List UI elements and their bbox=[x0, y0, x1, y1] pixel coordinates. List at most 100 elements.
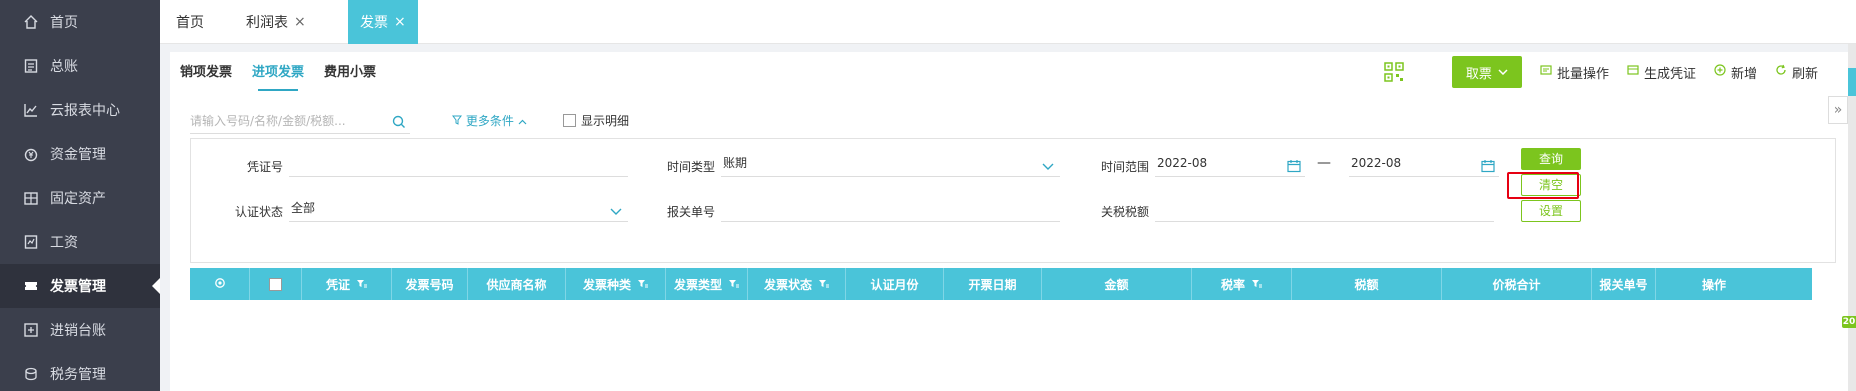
sidebar-item-label: 工资 bbox=[50, 235, 78, 251]
column-header: 发票类型 bbox=[666, 268, 748, 300]
voucher-no-input[interactable] bbox=[289, 149, 628, 177]
column-label: 认证月份 bbox=[870, 277, 919, 292]
invoice-sub-tabs: 销项发票 进项发票 费用小票 bbox=[170, 55, 386, 91]
add-icon bbox=[1714, 64, 1726, 80]
chevron-up-icon bbox=[518, 114, 527, 128]
sidebar-item-label: 云报表中心 bbox=[50, 103, 120, 119]
salary-icon bbox=[20, 234, 42, 250]
sidebar-item-label: 税务管理 bbox=[50, 367, 106, 383]
time-type-label: 时间类型 bbox=[666, 160, 715, 174]
edge-badge[interactable]: 20 bbox=[1842, 316, 1856, 328]
filter-icon[interactable] bbox=[728, 279, 739, 289]
filter-panel: 凭证号 时间类型 账期 时间范围 2022-08 — 2022-08 查询 清空… bbox=[190, 138, 1836, 263]
query-button[interactable]: 查询 bbox=[1521, 148, 1581, 170]
tab-sales-invoice[interactable]: 销项发票 bbox=[170, 55, 242, 91]
column-label: 发票类型 bbox=[673, 277, 722, 292]
sidebar-item-home[interactable]: 首页 bbox=[0, 0, 160, 44]
tab-label: 首页 bbox=[176, 15, 204, 31]
column-settings-header[interactable] bbox=[190, 268, 250, 300]
calendar-icon[interactable] bbox=[1287, 155, 1301, 183]
highlight-box bbox=[1507, 172, 1579, 199]
column-label: 报关单号 bbox=[1599, 277, 1648, 292]
add-button[interactable]: 新增 bbox=[1714, 63, 1757, 82]
refresh-label: 刷新 bbox=[1791, 66, 1818, 82]
settings-icon[interactable] bbox=[214, 277, 226, 292]
sidebar-item-salary[interactable]: 工资 bbox=[0, 220, 160, 264]
column-label: 税率 bbox=[1220, 277, 1245, 292]
customs-no-input[interactable] bbox=[721, 194, 1060, 222]
refresh-button[interactable]: 刷新 bbox=[1775, 63, 1818, 82]
filter-icon[interactable] bbox=[356, 279, 367, 289]
tab-purchase-invoice[interactable]: 进项发票 bbox=[242, 55, 314, 91]
fetch-invoice-button[interactable]: 取票 bbox=[1451, 56, 1522, 88]
sidebar: 首页 总账 云报表中心 资金管理 固定资产 工资 发票管理 进销台账 税务管理 bbox=[0, 0, 160, 391]
filter-icon[interactable] bbox=[1251, 279, 1262, 289]
more-conditions-label: 更多条件 bbox=[465, 114, 514, 128]
cert-status-label: 认证状态 bbox=[234, 205, 283, 219]
sidebar-item-ledger[interactable]: 总账 bbox=[0, 44, 160, 88]
chevron-down-icon bbox=[1042, 153, 1054, 181]
customs-no-label: 报关单号 bbox=[666, 205, 715, 219]
time-range-end-input[interactable]: 2022-08 bbox=[1349, 149, 1499, 177]
checkbox[interactable] bbox=[563, 114, 576, 127]
scroll-thumb[interactable] bbox=[1848, 68, 1856, 96]
close-icon[interactable]: × bbox=[394, 14, 406, 30]
column-header: 价税合计 bbox=[1442, 268, 1592, 300]
column-label: 供应商名称 bbox=[486, 277, 547, 292]
sidebar-item-tax[interactable]: 税务管理 bbox=[0, 352, 160, 391]
time-type-value: 账期 bbox=[723, 156, 748, 170]
expand-panel-button[interactable]: » bbox=[1828, 96, 1848, 124]
right-scroll-strip[interactable] bbox=[1848, 44, 1856, 391]
tab-label: 发票 bbox=[360, 15, 388, 31]
column-label: 发票种类 bbox=[582, 277, 631, 292]
batch-operation-button[interactable]: 批量操作 bbox=[1540, 63, 1609, 82]
invoice-panel: 销项发票 进项发票 费用小票 取票 批量操作 生成凭证 新增 刷新 请输入号码/… bbox=[170, 52, 1848, 391]
time-range-start-value: 2022-08 bbox=[1157, 156, 1208, 170]
column-label: 发票号码 bbox=[405, 277, 454, 292]
filter-icon[interactable] bbox=[637, 279, 648, 289]
sidebar-item-funds[interactable]: 资金管理 bbox=[0, 132, 160, 176]
column-header: 税率 bbox=[1192, 268, 1292, 300]
select-all-header[interactable] bbox=[250, 268, 302, 300]
tab-invoice[interactable]: 发票 × bbox=[348, 0, 418, 44]
filter-icon[interactable] bbox=[818, 279, 829, 289]
chevron-down-icon bbox=[1498, 69, 1508, 75]
sidebar-item-report-center[interactable]: 云报表中心 bbox=[0, 88, 160, 132]
home-icon bbox=[20, 14, 42, 30]
customs-tax-input[interactable] bbox=[1155, 194, 1494, 222]
tab-expense-receipt[interactable]: 费用小票 bbox=[314, 55, 386, 91]
column-header: 认证月份 bbox=[846, 268, 944, 300]
cert-status-select[interactable]: 全部 bbox=[289, 194, 628, 222]
voucher-no-label: 凭证号 bbox=[246, 160, 283, 174]
chevron-down-icon bbox=[610, 198, 622, 226]
show-detail-label: 显示明细 bbox=[581, 114, 630, 128]
time-range-label: 时间范围 bbox=[1100, 160, 1149, 174]
show-detail-checkbox[interactable]: 显示明细 bbox=[563, 112, 629, 129]
settings-button[interactable]: 设置 bbox=[1521, 200, 1581, 222]
more-conditions-toggle[interactable]: 更多条件 bbox=[452, 112, 527, 129]
batch-icon bbox=[1540, 64, 1552, 80]
search-icon[interactable] bbox=[392, 112, 406, 138]
select-all-checkbox[interactable] bbox=[269, 277, 282, 291]
column-label: 价税合计 bbox=[1492, 277, 1541, 292]
generate-voucher-button[interactable]: 生成凭证 bbox=[1627, 63, 1696, 82]
search-box bbox=[190, 108, 410, 134]
search-input[interactable] bbox=[190, 114, 380, 128]
sidebar-item-invoice[interactable]: 发票管理 bbox=[0, 264, 160, 308]
customs-tax-label: 关税税额 bbox=[1100, 205, 1149, 219]
close-icon[interactable]: × bbox=[294, 14, 306, 30]
time-type-select[interactable]: 账期 bbox=[721, 149, 1060, 177]
time-range-start-input[interactable]: 2022-08 bbox=[1155, 149, 1305, 177]
calendar-icon[interactable] bbox=[1481, 155, 1495, 183]
tab-home[interactable]: 首页 bbox=[176, 0, 204, 44]
column-header: 操作 bbox=[1656, 268, 1772, 300]
sidebar-item-stock-ledger[interactable]: 进销台账 bbox=[0, 308, 160, 352]
sidebar-item-fixed-assets[interactable]: 固定资产 bbox=[0, 176, 160, 220]
invoice-table-header: 凭证 发票号码 供应商名称 发票种类 发票类型 发票状态 认证月份 开票日期 金… bbox=[190, 268, 1812, 300]
refresh-icon bbox=[1775, 64, 1787, 80]
sidebar-item-label: 进销台账 bbox=[50, 323, 106, 339]
qr-code-icon[interactable] bbox=[1384, 62, 1404, 82]
column-header: 发票号码 bbox=[392, 268, 468, 300]
tab-profit-statement[interactable]: 利润表 × bbox=[246, 0, 306, 44]
column-header: 供应商名称 bbox=[468, 268, 566, 300]
